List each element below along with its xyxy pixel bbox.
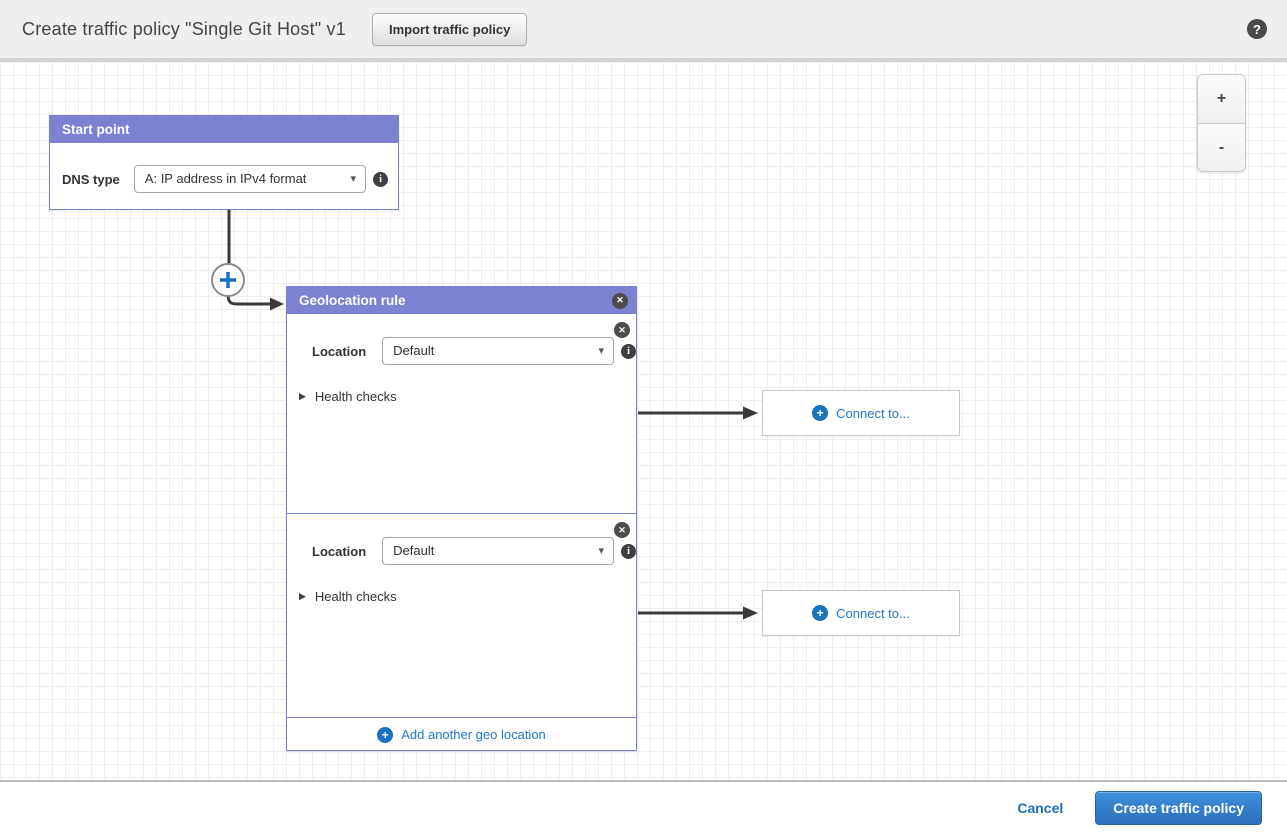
start-point-title: Start point <box>62 122 390 137</box>
disclosure-triangle-icon: ▶ <box>299 391 306 402</box>
connect-to-label: Connect to... <box>836 406 910 421</box>
plus-icon: + <box>377 727 393 743</box>
remove-location-icon[interactable]: ✕ <box>614 322 630 338</box>
location-label: Location <box>312 344 366 359</box>
location-label: Location <box>312 544 366 559</box>
location-row: Location Default ▾ i <box>287 314 636 365</box>
health-checks-label: Health checks <box>315 389 397 404</box>
chevron-down-icon: ▾ <box>598 338 604 364</box>
top-header-bar: Create traffic policy "Single Git Host" … <box>0 0 1287 62</box>
location-info-icon[interactable]: i <box>621 544 636 559</box>
start-point-body: DNS type A: IP address in IPv4 format ▾ … <box>50 143 398 193</box>
geo-location-section: ✕ Location Default ▾ i ▶ Health checks <box>287 314 636 513</box>
start-point-node: Start point DNS type A: IP address in IP… <box>49 115 399 210</box>
connect-to-endpoint-button[interactable]: + Connect to... <box>762 590 960 636</box>
location-select[interactable]: Default ▾ <box>382 537 614 565</box>
plus-icon: + <box>812 605 828 621</box>
location-value: Default <box>393 543 434 558</box>
dns-type-info-icon[interactable]: i <box>373 172 388 187</box>
health-checks-toggle[interactable]: ▶ Health checks <box>299 389 397 404</box>
policy-editor-canvas: + - Start point DNS type A: IP address i… <box>0 62 1287 782</box>
geolocation-rule-header: Geolocation rule ✕ <box>287 287 636 314</box>
health-checks-label: Health checks <box>315 589 397 604</box>
zoom-in-button[interactable]: + <box>1198 75 1245 123</box>
chevron-down-icon: ▾ <box>350 166 356 192</box>
location-select[interactable]: Default ▾ <box>382 337 614 365</box>
dns-type-label: DNS type <box>62 172 120 187</box>
import-traffic-policy-button[interactable]: Import traffic policy <box>372 13 527 46</box>
action-footer: Cancel Create traffic policy <box>0 782 1287 834</box>
geolocation-rule-title: Geolocation rule <box>299 293 612 308</box>
add-rule-connector-button[interactable] <box>212 264 244 296</box>
dns-type-value: A: IP address in IPv4 format <box>145 171 307 186</box>
start-point-header: Start point <box>50 116 398 143</box>
zoom-out-button[interactable]: - <box>1198 123 1245 171</box>
connect-to-label: Connect to... <box>836 606 910 621</box>
location-value: Default <box>393 343 434 358</box>
canvas-zoom-control: + - <box>1197 74 1246 172</box>
add-geo-location-button[interactable]: + Add another geo location <box>287 717 636 751</box>
plus-icon: + <box>812 405 828 421</box>
location-info-icon[interactable]: i <box>621 344 636 359</box>
health-checks-toggle[interactable]: ▶ Health checks <box>299 589 397 604</box>
create-traffic-policy-button[interactable]: Create traffic policy <box>1095 791 1262 825</box>
cancel-button[interactable]: Cancel <box>1017 800 1063 816</box>
page-title: Create traffic policy "Single Git Host" … <box>22 19 346 40</box>
remove-location-icon[interactable]: ✕ <box>614 522 630 538</box>
location-row: Location Default ▾ i <box>287 514 636 565</box>
help-icon[interactable]: ? <box>1247 19 1267 39</box>
connect-to-endpoint-button[interactable]: + Connect to... <box>762 390 960 436</box>
add-geo-location-label: Add another geo location <box>401 727 546 742</box>
dns-type-select[interactable]: A: IP address in IPv4 format ▾ <box>134 165 366 193</box>
chevron-down-icon: ▾ <box>598 538 604 564</box>
delete-rule-icon[interactable]: ✕ <box>612 293 628 309</box>
geolocation-rule-node: Geolocation rule ✕ ✕ Location Default ▾ … <box>286 286 637 751</box>
geo-location-section: ✕ Location Default ▾ i ▶ Health checks <box>287 513 636 717</box>
disclosure-triangle-icon: ▶ <box>299 591 306 602</box>
